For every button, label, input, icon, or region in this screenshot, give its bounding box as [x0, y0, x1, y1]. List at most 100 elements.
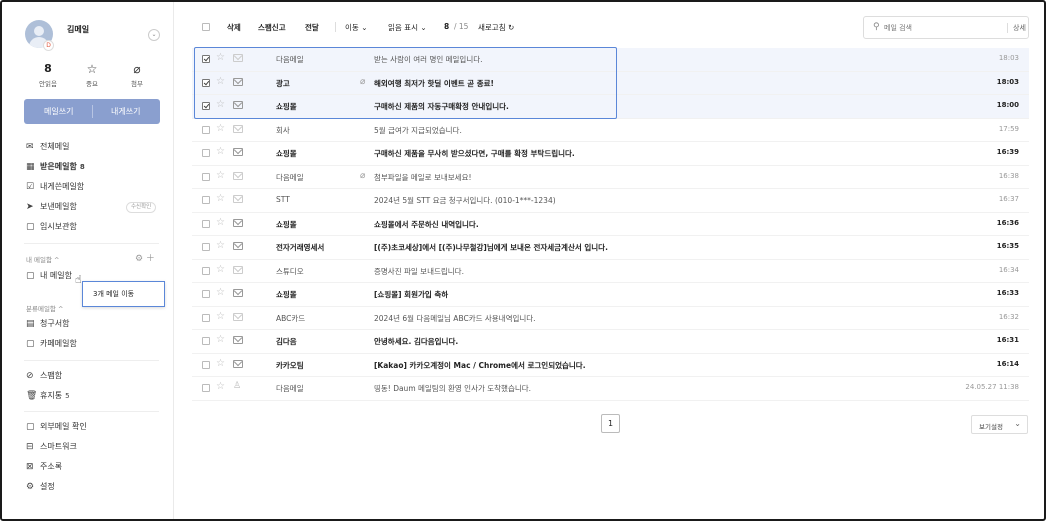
mail-sender[interactable]: STT: [276, 195, 366, 204]
star-icon[interactable]: ☆: [216, 240, 225, 251]
mail-sender[interactable]: 다음메일: [276, 172, 366, 183]
mail-row[interactable]: ☆ 쇼핑몰 구매하신 제품을 무사히 받으셨다면, 구매를 확정 부탁드립니다. 16…: [192, 142, 1029, 166]
mail-sender[interactable]: ABC카드: [276, 313, 366, 324]
envelope-icon[interactable]: [233, 336, 243, 344]
mail-row[interactable]: ☆ 카카오팀 [Kakao] 카카오계정이 Mac / Chrome에서 로그인되었…: [192, 354, 1029, 377]
unread-stat[interactable]: 8 안읽음: [28, 62, 68, 88]
mail-subject[interactable]: 구매하신 제품의 자동구매확정 안내입니다.: [374, 101, 934, 112]
mail-subject[interactable]: 받는 사람이 여러 명인 메일입니다.: [374, 54, 934, 65]
mail-subject[interactable]: 증명사진 파일 보내드립니다.: [374, 266, 934, 277]
mail-sender[interactable]: 쇼핑몰: [276, 101, 366, 112]
mail-checkbox[interactable]: [202, 290, 210, 298]
mail-row[interactable]: ☆ 다음메일 ⌀ 첨부파일을 메일로 보내보세요! 16:38: [192, 166, 1029, 189]
mail-sender[interactable]: 광고: [276, 78, 366, 89]
star-icon[interactable]: ☆: [216, 99, 225, 110]
nav-spam[interactable]: ⊘ 스팸함: [26, 366, 166, 386]
envelope-open-icon[interactable]: [233, 195, 243, 203]
nav-sent[interactable]: ➤ 보낸메일함 수신확인: [26, 197, 166, 217]
chevron-down-icon[interactable]: ⌄: [148, 29, 160, 41]
compose-button[interactable]: 메일쓰기: [44, 106, 73, 117]
mail-sender[interactable]: 김다음: [276, 336, 366, 347]
envelope-icon[interactable]: [233, 242, 243, 250]
important-stat[interactable]: ☆ 중요: [72, 62, 112, 88]
nav-contacts[interactable]: ⊠ 주소록: [26, 457, 166, 477]
mail-checkbox[interactable]: [202, 196, 210, 204]
star-icon[interactable]: ☆: [216, 52, 225, 63]
nav-smartwork[interactable]: ⊟ 스마트워크: [26, 437, 166, 457]
mail-sender[interactable]: 다음메일: [276, 54, 366, 65]
mail-subject[interactable]: [쇼핑몰] 회원가입 축하: [374, 289, 934, 300]
mail-checkbox[interactable]: [202, 266, 210, 275]
mail-row[interactable]: ☆ 쇼핑몰 구매하신 제품의 자동구매확정 안내입니다. 18:00: [192, 95, 1029, 119]
advanced-search-button[interactable]: 상세: [1007, 23, 1026, 33]
envelope-open-icon[interactable]: [233, 54, 243, 62]
envelope-icon[interactable]: [233, 77, 243, 86]
envelope-icon[interactable]: [233, 359, 243, 368]
mail-subject[interactable]: 안녕하세요. 김다음입니다.: [374, 336, 934, 347]
mail-row[interactable]: ☆ 회사 5월 급여가 지급되었습니다. 17:59: [192, 119, 1029, 142]
star-icon[interactable]: ☆: [216, 146, 225, 157]
star-icon[interactable]: ☆: [216, 334, 225, 345]
star-icon[interactable]: ☆: [216, 381, 225, 392]
mail-row[interactable]: ☆ 광고 ⌀ 해외여행 최저가 핫딜 이벤트 곧 종료! 18:03: [192, 71, 1029, 95]
mail-checkbox[interactable]: [202, 219, 210, 228]
mail-checkbox[interactable]: [202, 172, 210, 181]
mail-subject[interactable]: 쇼핑몰에서 주문하신 내역입니다.: [374, 219, 934, 230]
mail-row[interactable]: ☆ 전자거래영세서 [(주)초코세상]에서 [(주)나무철강]님에게 보내온 전자세…: [192, 236, 1029, 260]
nav-settings[interactable]: ⚙ 설정: [26, 477, 166, 497]
mail-sender[interactable]: 다음메일: [276, 383, 366, 394]
spam-button[interactable]: 스팸신고: [258, 22, 286, 33]
star-icon[interactable]: ☆: [216, 193, 225, 204]
read-display-dropdown[interactable]: 읽음 표시 ⌄: [388, 22, 427, 33]
refresh-button[interactable]: 새로고침 ↻: [478, 22, 514, 33]
envelope-open-icon[interactable]: [233, 265, 243, 274]
mail-checkbox[interactable]: [202, 102, 210, 110]
attachment-stat[interactable]: ⌀ 첨부: [117, 62, 157, 88]
mail-checkbox[interactable]: [202, 384, 210, 392]
nav-to-self[interactable]: ☑ 내게쓴메일함: [26, 177, 166, 197]
nav-drafts[interactable]: ▢ 임시보관함: [26, 217, 166, 237]
move-dropdown[interactable]: 이동 ⌄: [345, 22, 368, 33]
envelope-open-icon[interactable]: [233, 312, 243, 321]
mail-subject[interactable]: 해외여행 최저가 핫딜 이벤트 곧 종료!: [374, 78, 934, 89]
select-all-checkbox[interactable]: [202, 23, 210, 31]
nav-cafe[interactable]: ▢ 카페메일함: [26, 334, 166, 354]
mail-checkbox[interactable]: [202, 337, 210, 345]
view-settings-dropdown[interactable]: 보기설정 ⌄: [971, 415, 1028, 434]
mail-checkbox[interactable]: [202, 149, 210, 157]
compose-self-button[interactable]: 내게쓰기: [111, 106, 140, 117]
mail-sender[interactable]: 쇼핑몰: [276, 219, 366, 230]
mail-checkbox[interactable]: [202, 78, 210, 87]
star-icon[interactable]: ☆: [216, 287, 225, 298]
nav-inbox[interactable]: ▦ 받은메일함 8: [26, 157, 166, 177]
envelope-icon[interactable]: [233, 289, 243, 297]
envelope-icon[interactable]: [233, 148, 243, 156]
my-folders-header[interactable]: 내 메일함 ^: [26, 254, 60, 264]
nav-trash[interactable]: 🗑 휴지통 5: [26, 386, 166, 406]
mail-sender[interactable]: 쇼핑몰: [276, 148, 366, 159]
mail-subject[interactable]: [(주)초코세상]에서 [(주)나무철강]님에게 보내온 전자세금계산서 입니다…: [374, 242, 934, 253]
mail-sender[interactable]: 카카오팀: [276, 360, 366, 371]
mail-subject[interactable]: 2024년 6월 다음메일님 ABC카드 사용내역입니다.: [374, 313, 934, 324]
delete-button[interactable]: 삭제: [227, 22, 241, 33]
category-folders-header[interactable]: 분류메일함 ^: [26, 303, 63, 313]
nav-external-mail[interactable]: ▢ 외부메일 확인: [26, 417, 166, 437]
star-icon[interactable]: ☆: [216, 123, 225, 134]
mail-checkbox[interactable]: [202, 313, 210, 322]
mail-subject[interactable]: 띵동! Daum 메일팀의 환영 인사가 도착했습니다.: [374, 383, 934, 394]
envelope-open-icon[interactable]: [233, 171, 243, 180]
nav-all-mail[interactable]: ✉ 전체메일: [26, 137, 166, 157]
star-icon[interactable]: ☆: [216, 358, 225, 369]
envelope-open-icon[interactable]: [233, 124, 243, 133]
star-icon[interactable]: ☆: [216, 217, 225, 228]
mail-subject[interactable]: 2024년 5월 STT 요금 청구서입니다. (010-1***-1234): [374, 195, 934, 206]
mail-row[interactable]: ☆ 김다음 안녕하세요. 김다음입니다. 16:31: [192, 330, 1029, 354]
mail-sender[interactable]: 회사: [276, 125, 366, 136]
mail-row[interactable]: ☆ ♙ 다음메일 띵동! Daum 메일팀의 환영 인사가 도착했습니다. 24.05.…: [192, 377, 1029, 401]
mail-subject[interactable]: 첨부파일을 메일로 보내보세요!: [374, 172, 934, 183]
search-box[interactable]: ⚲ 상세: [863, 16, 1029, 39]
envelope-icon[interactable]: [233, 218, 243, 227]
page-button[interactable]: 1: [601, 414, 620, 433]
star-icon[interactable]: ☆: [216, 264, 225, 275]
mail-checkbox[interactable]: [202, 360, 210, 369]
